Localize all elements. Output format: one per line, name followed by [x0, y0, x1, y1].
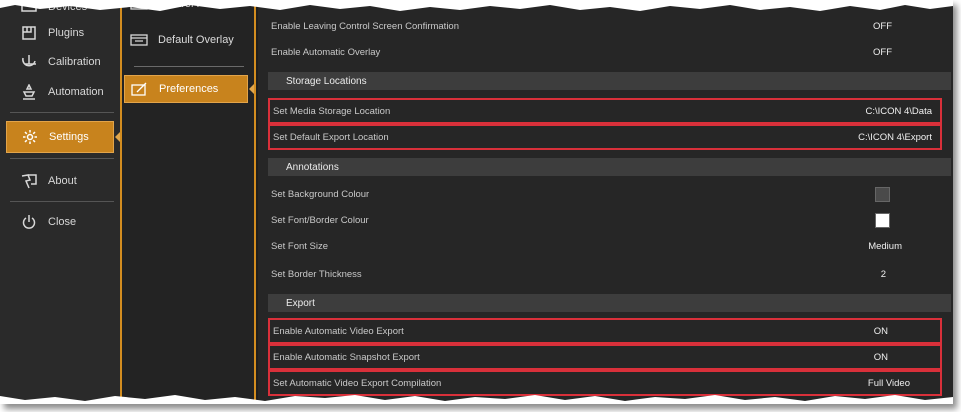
background-colour-swatch[interactable]	[875, 186, 890, 202]
subnav-item-label: Preferences	[159, 83, 219, 95]
setting-value: ON	[873, 351, 888, 363]
setting-value: Full Video	[867, 377, 910, 389]
subnav-item-default-overlay[interactable]: Default Overlay	[130, 26, 248, 54]
setting-row[interactable]: Enable Leaving Control Screen Confirmati…	[268, 14, 942, 38]
setting-value: ON	[873, 325, 888, 337]
gear-icon	[19, 128, 41, 146]
font-border-colour-swatch[interactable]	[875, 212, 890, 228]
setting-label: Enable Automatic Overlay	[271, 46, 381, 58]
subnav-item-preferences[interactable]: Preferences	[124, 75, 248, 103]
calibration-icon	[18, 53, 40, 71]
settings-panel: Enable Leaving Control Screen Confirmati…	[258, 0, 953, 404]
section-header-storage: Storage Locations	[268, 72, 951, 90]
setting-label: Enable Leaving Control Screen Confirmati…	[271, 20, 459, 32]
setting-label: Set Media Storage Location	[273, 105, 391, 117]
nav-item-automation[interactable]: Automation	[6, 77, 114, 107]
nav-item-calibration[interactable]: Calibration	[6, 47, 114, 77]
nav-item-about[interactable]: About	[6, 166, 114, 196]
nav-item-label: Settings	[49, 131, 89, 143]
nav-item-label: Automation	[48, 86, 104, 98]
subnav-divider	[134, 66, 244, 67]
nav-divider	[10, 201, 114, 202]
nav-item-settings[interactable]: Settings	[6, 121, 114, 153]
setting-label: Set Default Export Location	[273, 131, 389, 143]
torn-edge-bottom	[0, 395, 953, 404]
nav-item-label: Calibration	[48, 56, 101, 68]
plugins-icon	[18, 24, 40, 42]
setting-label: Set Automatic Video Export Compilation	[273, 377, 442, 389]
setting-label: Set Background Colour	[271, 188, 370, 200]
setting-value: Medium	[868, 240, 902, 252]
setting-label: Set Border Thickness	[271, 268, 362, 280]
subnav-item-label: Default Overlay	[158, 34, 234, 46]
power-icon	[18, 213, 40, 231]
setting-value: C:\ICON 4\Data	[865, 105, 932, 117]
setting-label: Set Font Size	[271, 240, 329, 252]
overlay-icon	[130, 33, 150, 47]
setting-row-video-export[interactable]: Enable Automatic Video Export ON	[268, 318, 942, 344]
nav-divider	[10, 112, 114, 113]
active-indicator	[249, 84, 254, 94]
setting-value: C:\ICON 4\Export	[858, 131, 932, 143]
setting-row[interactable]: Set Font/Border Colour	[268, 208, 942, 232]
about-icon	[18, 172, 40, 190]
nav-item-label: About	[48, 175, 77, 187]
setting-row-media-storage[interactable]: Set Media Storage Location C:\ICON 4\Dat…	[268, 98, 942, 124]
section-header-annotations: Annotations	[268, 158, 951, 176]
main-nav: Devices Plugins Calibration Automation S…	[0, 0, 120, 404]
setting-row[interactable]: Set Border Thickness 2	[268, 262, 942, 286]
nav-divider	[10, 158, 114, 159]
setting-value: OFF	[873, 46, 892, 58]
setting-label: Enable Automatic Video Export	[273, 325, 404, 337]
setting-label: Set Font/Border Colour	[271, 214, 369, 226]
setting-label: Enable Automatic Snapshot Export	[273, 351, 420, 363]
preferences-icon	[131, 82, 151, 96]
setting-row[interactable]: Enable Automatic Overlay OFF	[268, 40, 942, 64]
setting-row[interactable]: Set Background Colour	[268, 182, 942, 206]
automation-icon	[18, 83, 40, 101]
section-header-export: Export	[268, 294, 951, 312]
setting-value: OFF	[873, 20, 892, 32]
setting-row-export-location[interactable]: Set Default Export Location C:\ICON 4\Ex…	[268, 124, 942, 150]
setting-row-snapshot-export[interactable]: Enable Automatic Snapshot Export ON	[268, 344, 942, 370]
setting-value: 2	[880, 268, 886, 280]
nav-item-close[interactable]: Close	[6, 207, 114, 237]
nav-item-label: Plugins	[48, 27, 85, 39]
setting-row[interactable]: Set Font Size Medium	[268, 234, 942, 258]
torn-edge-top	[0, 0, 953, 11]
nav-item-label: Close	[48, 216, 77, 228]
nav-item-plugins[interactable]: Plugins	[6, 18, 114, 48]
sub-nav: Control Panel Default Overlay Preference…	[120, 0, 256, 404]
app-window: Devices Plugins Calibration Automation S…	[0, 0, 953, 404]
